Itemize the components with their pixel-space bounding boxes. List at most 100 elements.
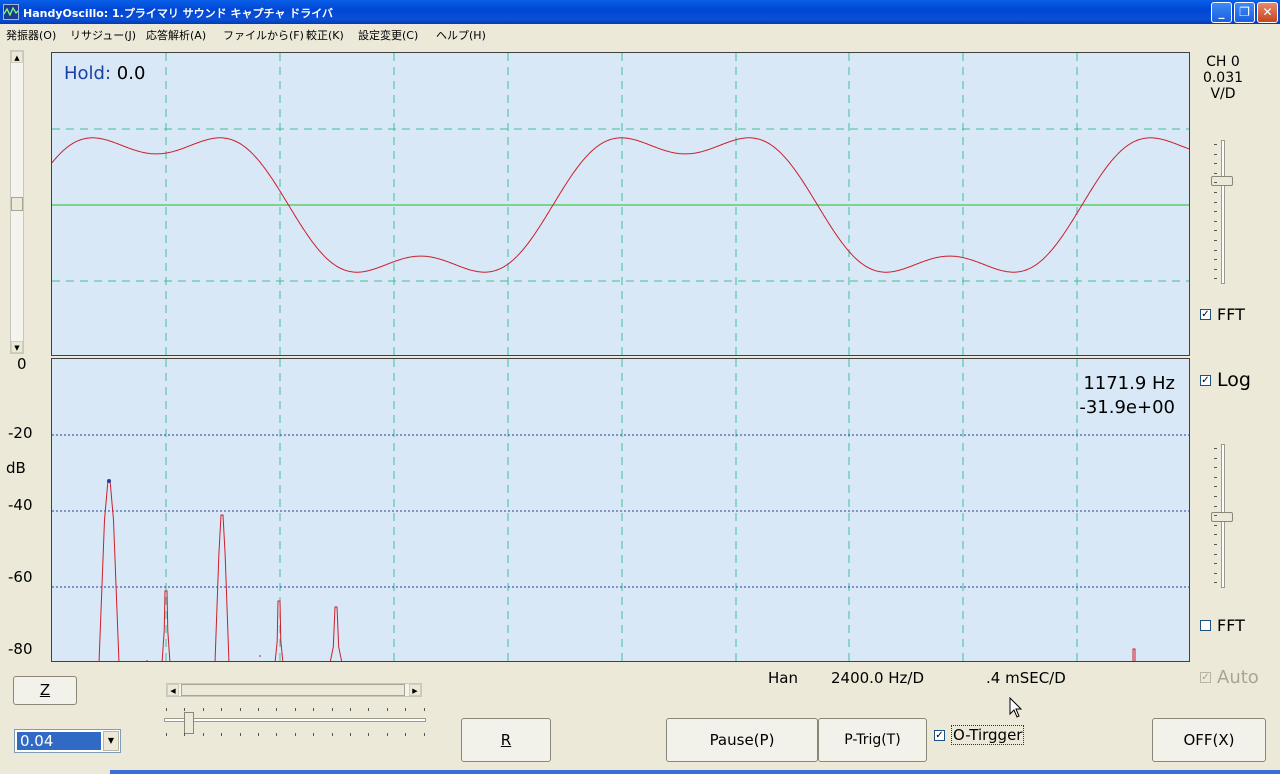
oscilloscope-display[interactable]: Hold: 0.0	[51, 52, 1190, 356]
slider-tick	[1214, 457, 1217, 459]
slider-tick	[1214, 534, 1217, 536]
slider-thumb[interactable]	[1211, 176, 1233, 186]
channel-info: CH 0 0.031 V/D	[1196, 54, 1250, 102]
slider-tick	[331, 708, 333, 711]
maximize-button[interactable]: ❐	[1234, 2, 1255, 23]
slider-tick	[1214, 572, 1217, 574]
slider-tick	[368, 708, 370, 711]
menu-oscillator[interactable]: 発振器(O)	[6, 27, 56, 43]
off-button[interactable]: OFF(X)	[1152, 718, 1266, 762]
volts-per-div-slider[interactable]	[1207, 140, 1237, 284]
slider-tick	[1214, 544, 1217, 545]
slider-tick	[350, 733, 351, 736]
slider-tick	[405, 733, 407, 736]
slider-tick	[1214, 515, 1217, 517]
checkbox-box[interactable]: ✓	[934, 729, 945, 741]
app-icon[interactable]	[3, 4, 19, 20]
slider-tick	[202, 708, 204, 711]
checkbox-box[interactable]: ✓	[1200, 374, 1211, 386]
reset-button[interactable]: R	[461, 718, 551, 762]
menu-settings[interactable]: 設定変更(C)	[358, 27, 418, 43]
slider-tick	[331, 733, 333, 736]
db-tick-40: -40	[8, 496, 33, 514]
slider-tick	[239, 708, 241, 711]
slider-tick	[294, 733, 296, 736]
spectrum-display[interactable]: 1171.9 Hz -31.9e+00	[51, 358, 1190, 662]
scale-value: 0.031	[1202, 70, 1244, 86]
scroll-thumb[interactable]	[181, 684, 405, 696]
slider-tick	[1214, 182, 1217, 184]
slider-track	[1221, 140, 1225, 284]
slider-tick	[1214, 153, 1217, 155]
gain-select[interactable]: 0.04 ▼	[14, 729, 121, 753]
cursor-marker	[107, 479, 111, 483]
slider-tick	[1214, 249, 1217, 251]
o-trigger-checkbox[interactable]: ✓ O-Tirgger	[934, 725, 1025, 745]
slider-tick	[1214, 240, 1217, 241]
scroll-left-arrow-icon[interactable]: ◀	[167, 684, 179, 696]
slider-tick	[368, 733, 370, 736]
slider-tick	[1214, 144, 1217, 145]
hold-readout: Hold: 0.0	[64, 63, 145, 84]
pause-button[interactable]: Pause(P)	[666, 718, 818, 762]
fft-bottom-label: FFT	[1217, 616, 1245, 635]
log-checkbox[interactable]: ✓ Log	[1200, 369, 1251, 391]
minimize-button[interactable]: _	[1211, 2, 1232, 23]
hold-label: Hold:	[64, 63, 112, 84]
slider-tick	[1214, 172, 1217, 174]
db-axis-label: dB	[6, 459, 26, 477]
zero-button[interactable]: Z	[13, 676, 77, 705]
slider-tick	[1214, 268, 1217, 270]
scroll-thumb[interactable]	[11, 197, 23, 211]
spectrum-plot	[52, 359, 1189, 661]
menu-response-analysis[interactable]: 応答解析(A)	[146, 27, 206, 43]
checkbox-box[interactable]: ✓	[1200, 309, 1211, 320]
slider-tick	[258, 708, 259, 711]
vertical-offset-scrollbar[interactable]: ▲ ▼	[10, 50, 24, 354]
slider-tick	[1214, 486, 1217, 488]
scroll-up-arrow-icon[interactable]: ▲	[11, 51, 23, 63]
menu-lissajous[interactable]: リサジュー(J)	[70, 27, 136, 43]
checkbox-box: ✓	[1200, 672, 1211, 683]
scroll-right-arrow-icon[interactable]: ▶	[409, 684, 421, 696]
o-trigger-label: O-Tirgger	[951, 725, 1025, 745]
frequency-readout: 1171.9 Hz	[1083, 373, 1175, 394]
slider-tick	[276, 708, 278, 711]
menu-calibration[interactable]: 較正(K)	[306, 27, 344, 43]
checkbox-box[interactable]	[1200, 620, 1211, 631]
db-tick-60: -60	[8, 568, 33, 586]
slider-tick	[294, 708, 296, 711]
slider-tick	[1214, 496, 1217, 497]
slider-tick	[1214, 201, 1217, 203]
time-per-div-slider[interactable]	[162, 706, 428, 738]
slider-tick	[1214, 230, 1217, 232]
slider-tick	[1214, 278, 1217, 280]
menu-from-file[interactable]: ファイルから(F)	[223, 27, 304, 43]
taskbar-edge	[110, 770, 1280, 774]
slider-tick	[221, 733, 223, 736]
chevron-down-icon[interactable]: ▼	[103, 731, 119, 751]
close-button[interactable]: ✕	[1257, 2, 1278, 23]
fft-bottom-checkbox[interactable]: FFT	[1200, 616, 1245, 635]
scroll-down-arrow-icon[interactable]: ▼	[11, 341, 23, 353]
slider-tick	[202, 733, 204, 736]
slider-thumb[interactable]	[1211, 512, 1233, 522]
slider-tick	[313, 733, 315, 736]
title-bar: HandyOscillo: 1.プライマリ サウンド キャプチャ ドライバ _ …	[0, 0, 1280, 24]
slider-thumb[interactable]	[184, 712, 194, 734]
level-readout: -31.9e+00	[1079, 397, 1175, 418]
window-function-label: Han	[768, 669, 798, 687]
slider-tick	[1214, 553, 1217, 555]
fft-gain-slider[interactable]	[1207, 444, 1237, 588]
slider-tick	[1214, 192, 1217, 193]
slider-track	[164, 718, 426, 722]
waveform-plot	[52, 53, 1189, 355]
scale-unit: V/D	[1210, 86, 1236, 102]
menu-help[interactable]: ヘルプ(H)	[436, 27, 486, 43]
fft-top-checkbox[interactable]: ✓ FFT	[1200, 305, 1245, 324]
spectrum-peak	[98, 479, 120, 661]
time-offset-scrollbar[interactable]: ◀ ▶	[166, 683, 422, 697]
p-trig-button[interactable]: P-Trig(T)	[818, 718, 927, 762]
hold-value: 0.0	[116, 63, 146, 84]
gain-select-value[interactable]: 0.04	[17, 732, 101, 750]
